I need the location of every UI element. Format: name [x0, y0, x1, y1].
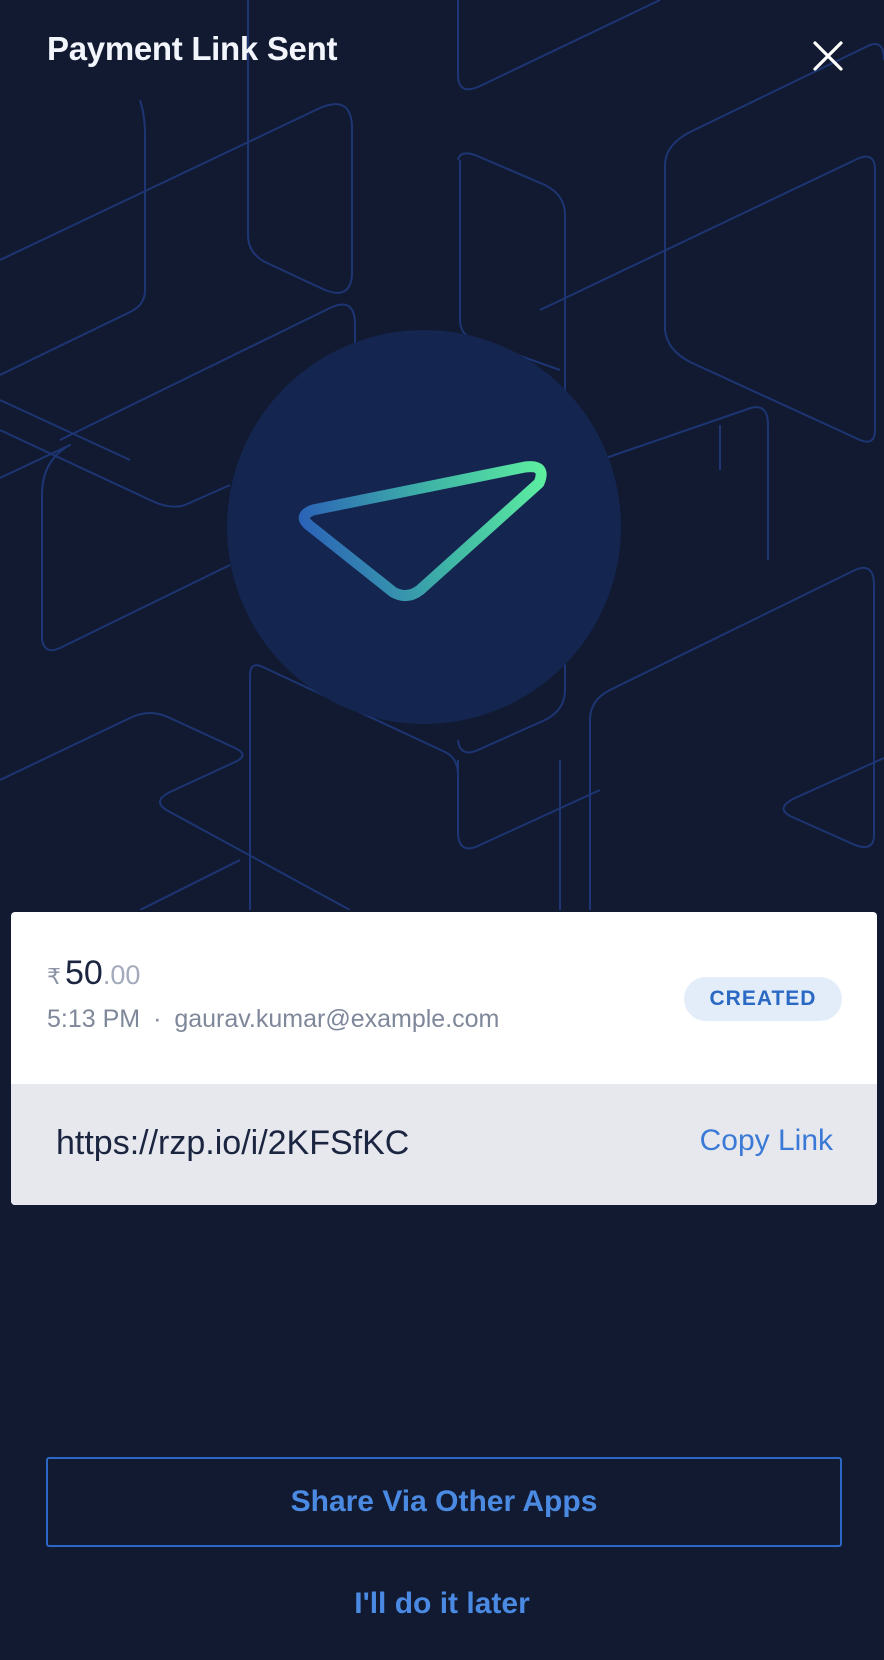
hero-circle [227, 330, 621, 724]
payment-link-url: https://rzp.io/i/2KFSfKC [56, 1124, 410, 1162]
payment-time: 5:13 PM [47, 1005, 141, 1033]
payment-card: ₹ 50 .00 5:13 PM · gaurav.kumar@example.… [11, 912, 877, 1205]
copy-link-button[interactable]: Copy Link [700, 1124, 833, 1158]
do-it-later-link[interactable]: I'll do it later [0, 1587, 884, 1621]
amount-value: 50 [65, 954, 103, 992]
link-row: https://rzp.io/i/2KFSfKC Copy Link [11, 1084, 877, 1205]
payment-summary: ₹ 50 .00 5:13 PM · gaurav.kumar@example.… [11, 912, 877, 1084]
page-title: Payment Link Sent [47, 30, 338, 67]
amount-decimal: .00 [102, 960, 141, 990]
meta-separator: · [153, 1005, 162, 1033]
status-badge: CREATED [684, 977, 842, 1021]
currency-symbol: ₹ [47, 964, 61, 989]
customer-email: gaurav.kumar@example.com [174, 1005, 500, 1033]
share-via-other-apps-button[interactable]: Share Via Other Apps [46, 1457, 842, 1547]
send-arrow-icon [298, 461, 547, 601]
close-button[interactable] [810, 38, 846, 74]
amount: ₹ 50 .00 [47, 954, 140, 993]
close-icon [813, 41, 843, 71]
payment-meta: 5:13 PM · gaurav.kumar@example.com [47, 1005, 499, 1034]
